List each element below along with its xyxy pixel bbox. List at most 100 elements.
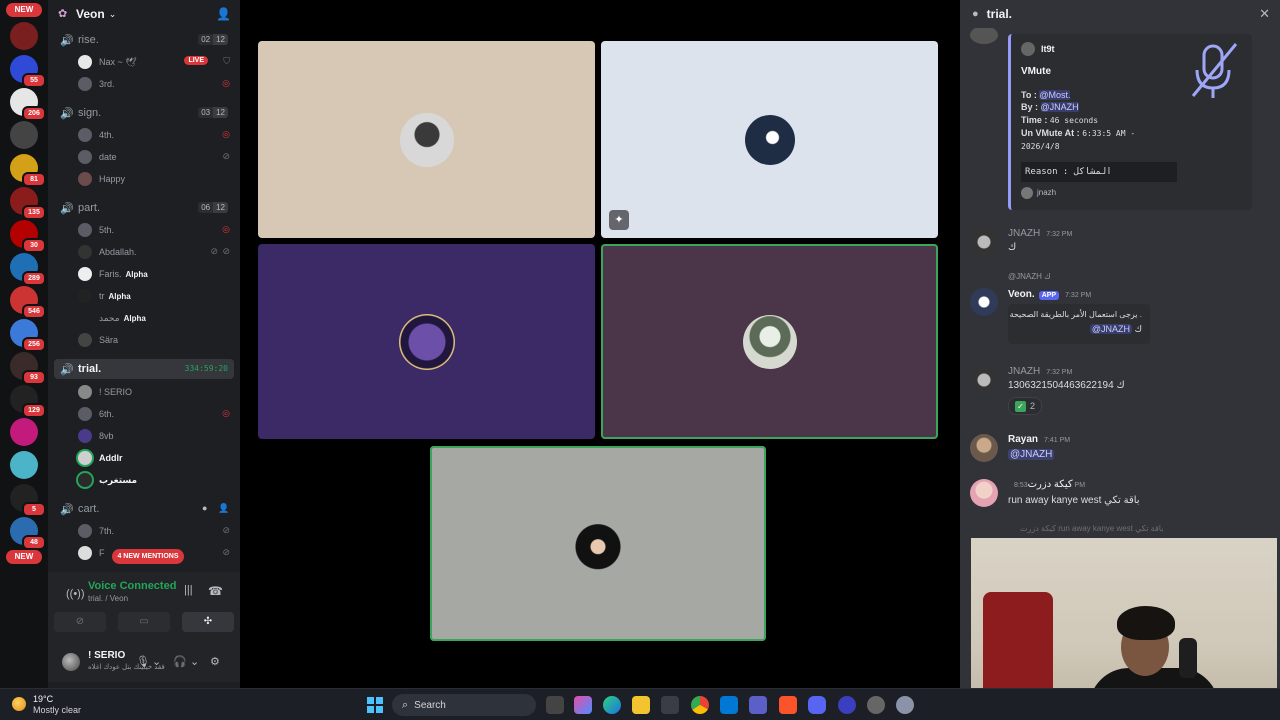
signal-icon[interactable]: ((•)) xyxy=(66,588,85,602)
voice-user[interactable]: محمد Alpha xyxy=(78,308,230,328)
headphones-icon[interactable]: 🎧 xyxy=(173,655,187,668)
edge-icon[interactable] xyxy=(603,696,621,714)
reply-preview[interactable]: @JNAZH ك xyxy=(1008,272,1051,281)
add-user-icon[interactable]: 👤 xyxy=(218,503,230,515)
participant-tile-speaking[interactable] xyxy=(601,244,938,439)
voice-user[interactable]: 4th. ◎ xyxy=(78,125,230,145)
server-icon[interactable] xyxy=(10,121,38,149)
unread-count-badge: 206 xyxy=(22,106,46,121)
person-hair xyxy=(1117,606,1175,640)
message-author[interactable]: Rayan 7:41 PM xyxy=(1008,434,1070,445)
voice-channel-sign[interactable]: 🔊 sign. 03 12 xyxy=(54,103,234,123)
app-icon-2[interactable] xyxy=(867,696,885,714)
avatar xyxy=(78,77,92,91)
voice-user[interactable]: Nax ~ 🕊 LIVE ⛉ xyxy=(78,52,230,72)
camera-off-button[interactable]: ⊘ xyxy=(54,612,106,632)
server-icon[interactable] xyxy=(10,22,38,50)
chat-bubble-icon[interactable]: ● xyxy=(202,503,214,515)
server-icon[interactable] xyxy=(10,418,38,446)
mic-off-icon xyxy=(1191,43,1238,98)
outlook-icon[interactable] xyxy=(720,696,738,714)
message-author[interactable]: Veon. APP 7:32 PM xyxy=(1008,289,1091,300)
chrome-icon[interactable] xyxy=(691,696,709,714)
voice-user[interactable]: ! SERIO xyxy=(78,382,230,402)
voice-user[interactable]: 6th. ◎ xyxy=(78,404,230,424)
mention[interactable]: @JNAZH xyxy=(1008,449,1055,460)
mention[interactable]: @JNAZH xyxy=(1089,324,1133,334)
voice-channel-part[interactable]: 🔊 part. 06 12 xyxy=(54,198,234,218)
guild-header[interactable]: ✿ Veon ⌄ xyxy=(48,0,240,28)
avatar[interactable] xyxy=(970,479,998,507)
screen-share-button[interactable]: ▭ xyxy=(118,612,170,632)
voice-user[interactable]: 7th. ⊘ xyxy=(78,521,230,541)
chat-title: trial. xyxy=(986,7,1012,21)
voice-user-name: Addlr xyxy=(99,453,123,463)
weather-temperature[interactable]: 19°C xyxy=(33,694,53,704)
embed-time-row: Time : 46 seconds xyxy=(1021,115,1099,125)
chevron-down-icon[interactable]: ⌄ xyxy=(190,655,199,668)
voice-user[interactable]: مستغرب xyxy=(78,470,230,490)
unread-count-badge: 129 xyxy=(22,403,46,418)
add-member-icon[interactable]: 👤 xyxy=(216,7,231,21)
voice-location[interactable]: trial. / Veon xyxy=(88,594,128,603)
unread-count-badge: 289 xyxy=(22,271,46,286)
participant-tile[interactable] xyxy=(258,244,595,439)
disconnect-icon[interactable]: ☎ xyxy=(208,584,223,598)
close-icon[interactable]: ✕ xyxy=(1259,6,1270,22)
task-view-icon[interactable] xyxy=(546,696,564,714)
server-icon[interactable] xyxy=(10,451,38,479)
avatar[interactable] xyxy=(970,434,998,462)
new-mentions-button[interactable]: 4 NEW MENTIONS xyxy=(112,549,184,564)
mention[interactable]: @JNAZH xyxy=(1040,102,1079,112)
weather-description[interactable]: Mostly clear xyxy=(33,705,81,715)
avatar[interactable] xyxy=(970,228,998,256)
chat-message: JNAZH 7:32 PM 1306321504463622194 ك ✓ 2 xyxy=(970,366,1270,418)
reaction-button[interactable]: ✓ 2 xyxy=(1008,397,1043,415)
message-author[interactable]: كيكة دزرت8:53 PM xyxy=(1008,479,1085,490)
store-icon[interactable] xyxy=(661,696,679,714)
taskbar-search[interactable]: ⌕ Search xyxy=(392,694,536,716)
voice-user[interactable]: date ⊘ xyxy=(78,147,230,167)
shield-icon: ⛉ xyxy=(223,56,230,66)
gear-icon[interactable]: ⚙ xyxy=(210,655,220,668)
brave-icon[interactable] xyxy=(779,696,797,714)
avatar[interactable] xyxy=(970,366,998,394)
participant-tile[interactable]: ✦ xyxy=(601,41,938,238)
chevron-down-icon[interactable]: ⌄ xyxy=(152,655,161,668)
message-author[interactable]: JNAZH 7:32 PM xyxy=(1008,228,1072,239)
voice-user[interactable]: 8vb xyxy=(78,426,230,446)
message-time: 7:32 PM xyxy=(1046,369,1073,376)
voice-user[interactable]: Happy xyxy=(78,169,230,189)
message-author[interactable]: JNAZH 7:32 PM xyxy=(1008,366,1072,377)
live-badge: LIVE xyxy=(184,56,208,65)
avatar xyxy=(78,524,92,538)
noise-suppression-icon[interactable]: ||| xyxy=(184,584,193,596)
app-icon[interactable] xyxy=(838,696,856,714)
participant-tile[interactable] xyxy=(258,41,595,238)
windows-start-icon[interactable] xyxy=(367,697,383,713)
embed-by-row: By : @JNAZH xyxy=(1021,102,1079,112)
voice-channel-trial[interactable]: 🔊 trial. 334:59:20 xyxy=(54,359,234,379)
teams-icon[interactable] xyxy=(749,696,767,714)
settings-icon[interactable] xyxy=(896,696,914,714)
voice-channel-rise[interactable]: 🔊 rise. 02 12 xyxy=(54,30,234,50)
voice-user[interactable]: Faris. Alpha xyxy=(78,264,230,284)
microphone-icon[interactable]: 🎙 xyxy=(136,655,150,668)
voice-user[interactable]: 3rd. ◎ xyxy=(78,74,230,94)
copilot-icon[interactable] xyxy=(574,696,592,714)
voice-channel-cart[interactable]: 🔊 cart. ● 👤 xyxy=(54,499,234,519)
voice-stage: ✦ xyxy=(240,0,958,688)
avatar[interactable] xyxy=(970,288,998,316)
voice-user[interactable]: tr Alpha xyxy=(78,286,230,306)
voice-user[interactable]: Abdallah. ⊘ ⊘ xyxy=(78,242,230,262)
voice-user[interactable]: Sära xyxy=(78,330,230,350)
voice-user[interactable]: Addlr xyxy=(78,448,230,468)
participant-tile-speaking[interactable] xyxy=(430,446,766,641)
activities-button[interactable]: ✣ xyxy=(182,612,234,632)
file-explorer-icon[interactable] xyxy=(632,696,650,714)
mention[interactable]: @Most. xyxy=(1039,90,1071,100)
weather-moon-icon[interactable] xyxy=(12,697,26,711)
avatar[interactable] xyxy=(62,653,80,671)
discord-icon[interactable] xyxy=(808,696,826,714)
voice-user[interactable]: 5th. ◎ xyxy=(78,220,230,240)
